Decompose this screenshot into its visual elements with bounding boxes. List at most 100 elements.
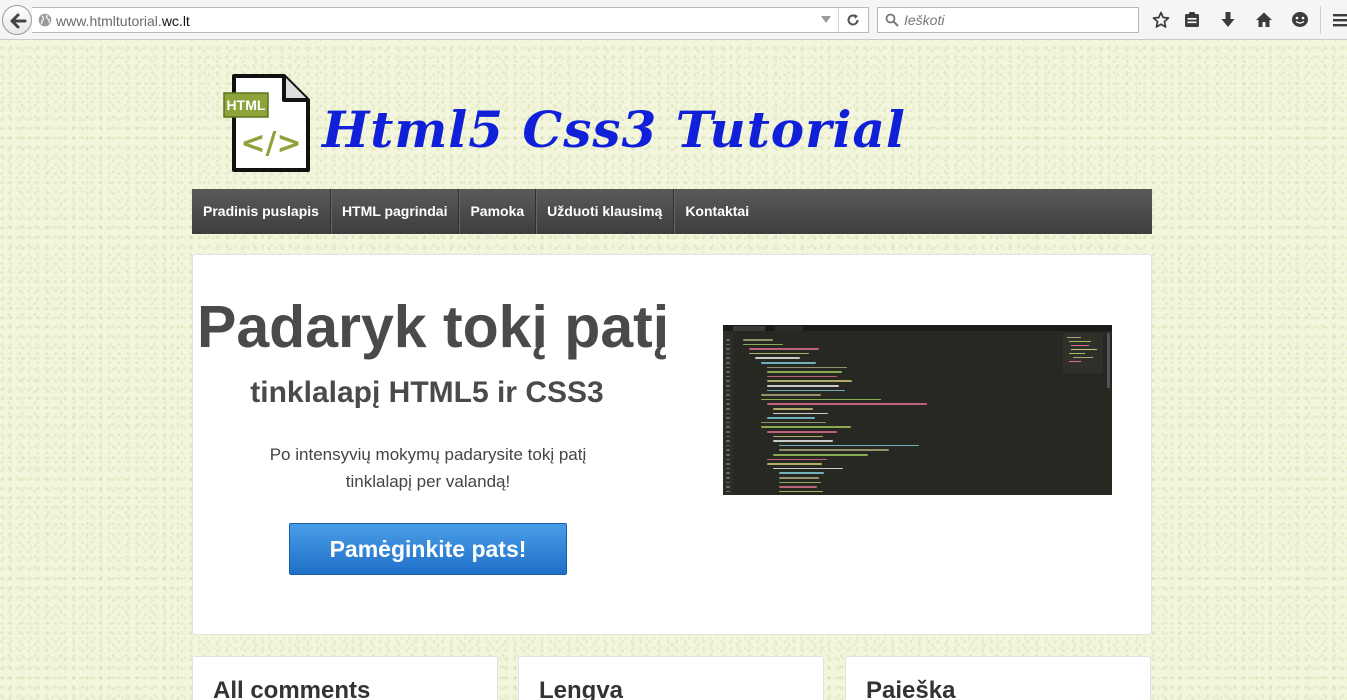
download-icon[interactable] (1219, 11, 1237, 29)
site-title[interactable]: Html5 Css3 Tutorial (322, 100, 906, 159)
editor-line-number (726, 481, 730, 484)
address-bar[interactable]: www.htmltutorial.wc.lt (32, 7, 869, 33)
editor-code-line (779, 444, 919, 447)
editor-line-number (726, 435, 730, 438)
url-domain: wc.lt (161, 13, 190, 29)
editor-line-number (726, 403, 730, 405)
editor-line-number (726, 339, 730, 341)
nav-item-contacts[interactable]: Kontaktai (674, 189, 760, 234)
editor-code-line (743, 339, 773, 341)
editor-code-line (767, 389, 845, 392)
chat-icon[interactable] (1291, 11, 1309, 29)
hero-text: Po intensyvių mokymų padarysite tokį pat… (269, 445, 587, 491)
editor-line-number (726, 389, 730, 392)
editor-code-line (779, 490, 823, 493)
card-easy: Lengva (518, 656, 824, 700)
star-icon[interactable] (1152, 11, 1170, 29)
menu-icon[interactable] (1332, 11, 1347, 29)
search-input[interactable] (904, 11, 1129, 29)
editor-tab-bar (723, 325, 1112, 331)
editor-code-line (749, 348, 819, 350)
logo-badge-text: HTML (227, 97, 266, 113)
main-nav: Pradinis puslapis HTML pagrindai Pamoka … (192, 189, 1152, 234)
editor-line-number (726, 371, 730, 373)
card-title: Paieška (866, 677, 956, 700)
editor-code-line (767, 380, 852, 382)
nav-item-ask-question[interactable]: Užduoti klausimą (536, 189, 675, 234)
reading-list-icon[interactable] (1183, 11, 1201, 29)
editor-line-number (726, 366, 730, 369)
editor-code-line (779, 477, 819, 479)
nav-item-lesson[interactable]: Pamoka (459, 189, 537, 234)
html-file-logo-icon: HTML </> (223, 74, 310, 172)
editor-line-number (726, 440, 730, 442)
url-prefix: www.htmltutorial. (56, 13, 162, 29)
editor-line-number (726, 357, 730, 359)
editor-line-number (726, 458, 730, 461)
editor-code-line (761, 394, 821, 396)
editor-code-line (767, 375, 837, 378)
editor-line-number (726, 408, 730, 410)
url-history-dropdown-icon[interactable] (821, 16, 831, 23)
code-editor-screenshot (723, 325, 1112, 495)
editor-line-number (726, 417, 730, 419)
editor-line-number (726, 463, 730, 465)
editor-line-number (726, 343, 730, 346)
editor-line-number (726, 394, 730, 396)
editor-code-line (749, 352, 809, 355)
editor-line-number (726, 472, 730, 474)
editor-line-number (726, 426, 730, 428)
editor-code-line (767, 366, 847, 369)
editor-code-line (767, 371, 842, 373)
editor-line-number (726, 477, 730, 479)
home-icon[interactable] (1255, 11, 1273, 29)
editor-code-line (773, 412, 828, 415)
editor-line-number (726, 449, 730, 451)
card-all-comments: All comments (192, 656, 498, 700)
toolbar-divider (1320, 6, 1321, 34)
editor-code-line (773, 435, 823, 438)
url-text[interactable]: www.htmltutorial.wc.lt (56, 13, 190, 29)
card-search: Paieška (845, 656, 1151, 700)
editor-code-line (767, 431, 837, 433)
hero-section: Padaryk tokį patį tinklalapį HTML5 ir CS… (192, 254, 1152, 635)
reload-icon[interactable] (846, 13, 860, 27)
editor-code-line (743, 343, 783, 346)
editor-code-line (773, 408, 813, 410)
editor-code-line (773, 454, 868, 456)
editor-line-number (726, 385, 730, 387)
search-bar[interactable] (877, 7, 1139, 33)
editor-code-line (767, 403, 927, 405)
editor-code-line (767, 417, 815, 419)
editor-code-line (761, 362, 816, 364)
back-button[interactable] (2, 5, 32, 35)
editor-minimap (1063, 333, 1103, 373)
browser-toolbar: www.htmltutorial.wc.lt (0, 0, 1347, 40)
hero-subtitle: tinklalapį HTML5 ir CSS3 (250, 376, 604, 409)
nav-item-html-basics[interactable]: HTML pagrindai (331, 189, 460, 234)
editor-tab (733, 326, 765, 331)
editor-code-line (779, 449, 889, 451)
hero-title: Padaryk tokį patį (197, 294, 670, 360)
editor-line-number (726, 362, 730, 364)
editor-code-line (761, 398, 881, 401)
editor-line-number (726, 486, 730, 488)
editor-tab (775, 326, 803, 331)
card-title: All comments (213, 677, 371, 700)
editor-line-number (726, 431, 730, 433)
editor-code-line (761, 421, 826, 424)
globe-icon (38, 13, 52, 27)
editor-code-line (767, 463, 822, 465)
editor-scrollbar (1107, 333, 1110, 388)
editor-code-line (761, 426, 851, 428)
editor-line-number (726, 380, 730, 382)
search-icon (885, 13, 899, 27)
card-title: Lengva (539, 677, 624, 700)
editor-code-line (767, 458, 827, 461)
editor-code-line (779, 472, 824, 474)
try-it-button[interactable]: Pamėginkite pats! (289, 523, 567, 575)
nav-item-home[interactable]: Pradinis puslapis (192, 189, 331, 234)
editor-code-line (779, 481, 821, 484)
editor-code-line (755, 357, 800, 359)
editor-code-line (767, 385, 839, 387)
